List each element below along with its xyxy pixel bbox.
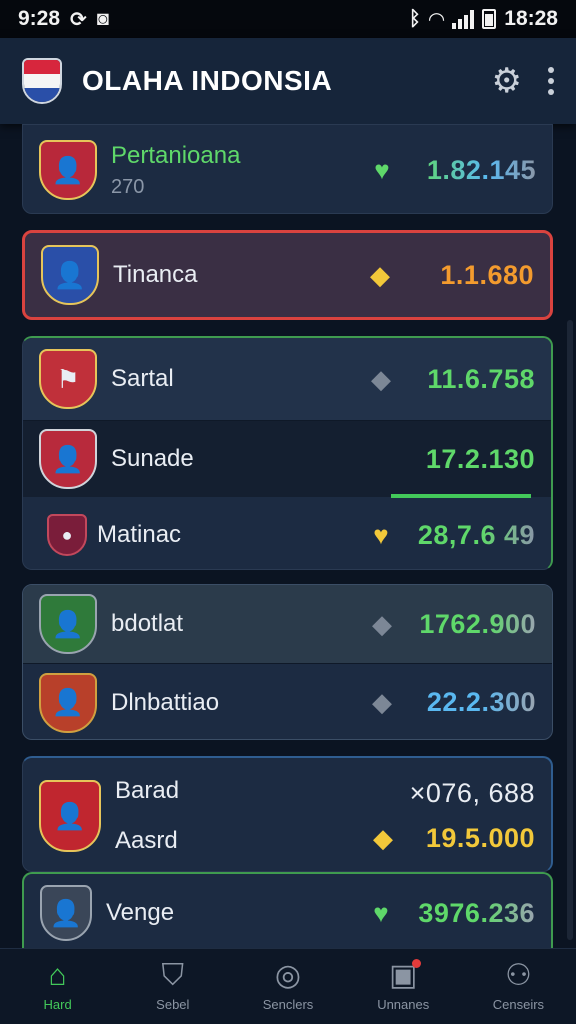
signal-icon bbox=[452, 9, 475, 29]
team-badge-icon: 👤 bbox=[39, 780, 101, 852]
flag-logo-icon bbox=[22, 58, 62, 104]
item-name-secondary: Aasrd bbox=[115, 827, 178, 854]
nav-label: Sebel bbox=[156, 997, 190, 1012]
item-name: Dlnbattiao bbox=[111, 688, 220, 716]
status-clock: 18:28 bbox=[504, 7, 558, 30]
app-bar: OLAHA INDONSIA ⚙ bbox=[0, 38, 576, 124]
item-value: 17.2.130 bbox=[425, 443, 535, 474]
item-name: Barad bbox=[115, 777, 180, 804]
more-menu-icon[interactable] bbox=[548, 67, 554, 95]
item-value: 1762.900 bbox=[416, 609, 536, 640]
list-card-group: ⚑ Sartal ◆ 11.6.758 👤 Sunade 17.2.130 ● … bbox=[22, 336, 553, 570]
list-item[interactable]: 👤 Barad Aasrd ×076, 688 ◆ 19.5.000 bbox=[23, 758, 551, 871]
list-card[interactable]: 👤 Pertanioana 270 ♥ 1.82.145 bbox=[22, 124, 553, 214]
diamond-icon: ◆ bbox=[370, 259, 390, 290]
team-badge-icon: 👤 bbox=[39, 594, 97, 654]
item-value: 28,7.6 49 bbox=[415, 520, 535, 551]
item-name: Venge bbox=[106, 899, 175, 926]
item-name: Sartal bbox=[111, 365, 174, 392]
item-value: 22.2.300 bbox=[416, 687, 536, 718]
settings-gear-icon[interactable]: ⚙ bbox=[492, 64, 522, 98]
item-value: 3976.236 bbox=[415, 898, 535, 929]
profile-icon: ⚇ bbox=[504, 959, 532, 992]
item-name: Tinanca bbox=[113, 261, 198, 288]
list-item[interactable]: 👤 Venge ♥ 3976.236 bbox=[24, 874, 551, 952]
diamond-icon: ◆ bbox=[373, 823, 393, 853]
nav-label: Hard bbox=[43, 997, 72, 1012]
item-value: 1.82.145 bbox=[416, 155, 536, 186]
list-item[interactable]: 👤 Sunade 17.2.130 bbox=[23, 421, 551, 497]
list-item[interactable]: 👤 Tinanca ◆ 1.1.680 bbox=[25, 233, 550, 317]
diamond-icon: ◆ bbox=[371, 363, 391, 394]
heart-up-icon: ♥ bbox=[373, 897, 389, 928]
nav-label: Unnanes bbox=[377, 997, 430, 1012]
shield-icon: ⛉ bbox=[161, 959, 185, 992]
nav-unnanes[interactable]: ▣ Unnanes bbox=[346, 949, 461, 1024]
scrollbar[interactable] bbox=[567, 320, 573, 940]
nav-label: Senclers bbox=[262, 997, 314, 1012]
list-item[interactable]: 👤 Pertanioana 270 ♥ 1.82.145 bbox=[23, 125, 552, 213]
status-bar: 9:28 ⟳ ◙ ᛒ ◠ 18:28 bbox=[0, 0, 576, 38]
list-item[interactable]: 👤 Dlnbattiao ◆ 22.2.300 bbox=[23, 664, 552, 739]
wifi-icon: ◠ bbox=[428, 8, 445, 31]
diamond-icon: ◆ bbox=[372, 608, 392, 639]
list-card[interactable]: 👤 Venge ♥ 3976.236 bbox=[22, 872, 553, 952]
notification-dot bbox=[412, 959, 422, 968]
camera-icon: ◙ bbox=[96, 7, 109, 30]
list-card-highlighted[interactable]: 👤 Tinanca ◆ 1.1.680 bbox=[22, 230, 553, 320]
list-item[interactable]: 👤 bdotlat ◆ 1762.900 bbox=[23, 585, 552, 663]
list-card-group: 👤 bdotlat ◆ 1762.900 👤 Dlnbattiao ◆ 22.2… bbox=[22, 584, 553, 740]
heart-icon: ♥ bbox=[373, 519, 389, 550]
list-item[interactable]: ⚑ Sartal ◆ 11.6.758 bbox=[23, 338, 551, 420]
item-value: ×076, 688 bbox=[409, 778, 535, 808]
nav-sebel[interactable]: ⛉ Sebel bbox=[115, 949, 230, 1024]
team-badge-icon: 👤 bbox=[40, 885, 92, 941]
nav-senclers[interactable]: ◎ Senclers bbox=[230, 949, 345, 1024]
team-badge-icon: 👤 bbox=[39, 672, 97, 733]
team-badge-icon: 👤 bbox=[39, 429, 97, 489]
team-badge-icon: 👤 bbox=[41, 245, 99, 305]
item-name: Matinac bbox=[97, 521, 182, 548]
item-sub: 270 bbox=[111, 175, 145, 198]
nav-home[interactable]: ⌂ Hard bbox=[0, 949, 115, 1024]
item-name: bdotlat bbox=[111, 610, 184, 637]
heart-up-icon: ♥ bbox=[374, 154, 390, 185]
list-card-group: 👤 Barad Aasrd ×076, 688 ◆ 19.5.000 bbox=[22, 756, 553, 872]
app-title: OLAHA INDONSIA bbox=[82, 65, 333, 96]
nav-label: Censeirs bbox=[492, 997, 545, 1012]
status-time: 9:28 bbox=[18, 7, 61, 30]
home-icon: ⌂ bbox=[48, 959, 67, 992]
item-value: 1.1.680 bbox=[440, 259, 534, 290]
sync-icon: ⟳ bbox=[70, 8, 87, 31]
bottom-navigation: ⌂ Hard ⛉ Sebel ◎ Senclers ▣ Unnanes ⚇ Ce… bbox=[0, 948, 576, 1024]
nav-censeirs[interactable]: ⚇ Censeirs bbox=[461, 949, 576, 1024]
message-icon: ▣ bbox=[389, 959, 422, 991]
team-badge-icon: ⚑ bbox=[39, 349, 97, 409]
item-value: 11.6.758 bbox=[427, 363, 535, 394]
bluetooth-icon: ᛒ bbox=[408, 7, 421, 30]
item-name: Pertanioana bbox=[111, 141, 241, 169]
team-badge-icon: 👤 bbox=[39, 140, 97, 200]
team-badge-icon: ● bbox=[47, 514, 87, 556]
battery-icon bbox=[482, 9, 497, 29]
item-value-secondary: 19.5.000 bbox=[425, 823, 535, 853]
list-item[interactable]: ● Matinac ♥ 28,7.6 49 bbox=[23, 498, 551, 569]
ball-icon: ◎ bbox=[274, 959, 302, 992]
diamond-icon: ◆ bbox=[372, 687, 392, 717]
item-name: Sunade bbox=[111, 445, 194, 472]
